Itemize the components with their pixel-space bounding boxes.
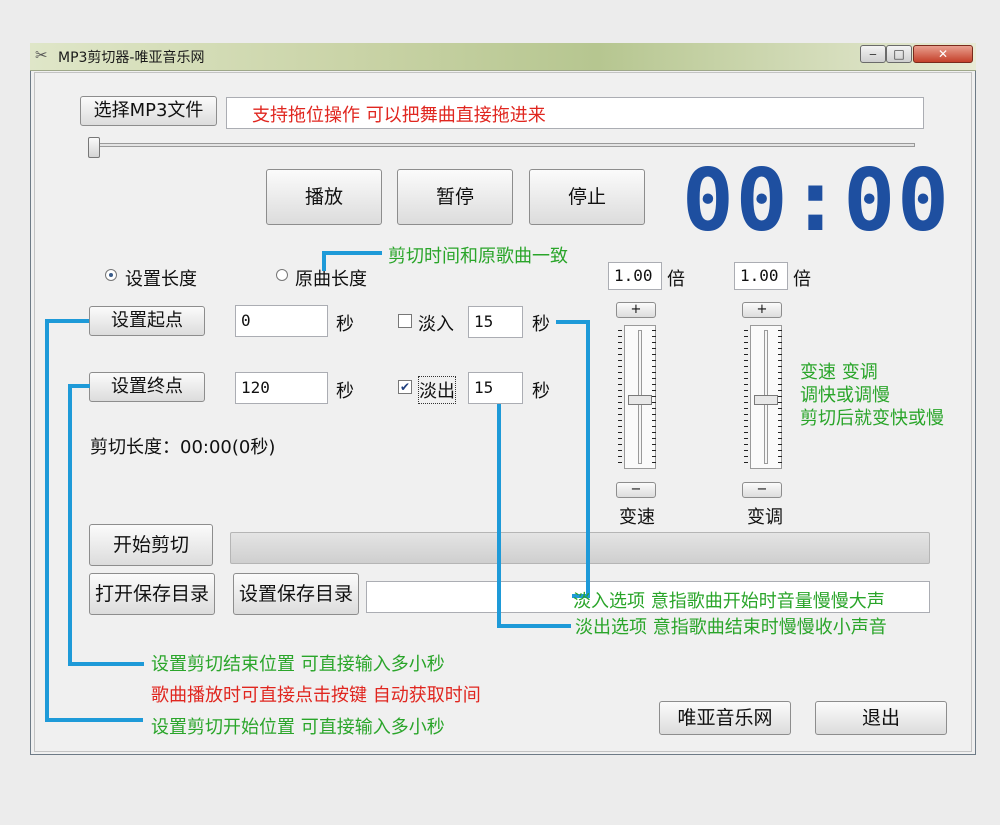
stop-button[interactable]: 停止 (529, 169, 645, 225)
minimize-button[interactable]: ‒ (860, 45, 886, 63)
speed-ticks-left (618, 330, 622, 468)
start-cut-button[interactable]: 开始剪切 (89, 524, 213, 566)
fade-out-leader (497, 404, 501, 628)
fade-in-leader (586, 320, 590, 598)
fade-in-unit: 秒 (532, 314, 550, 335)
choose-mp3-button[interactable]: 选择MP3文件 (80, 96, 217, 126)
cut-length-text: 剪切长度：00:00(0秒) (90, 437, 276, 458)
pitch-decrease-button[interactable]: − (742, 482, 782, 498)
exit-button[interactable]: 退出 (815, 701, 947, 735)
end-time-input[interactable]: 120 (235, 372, 328, 404)
original-length-label[interactable]: 原曲长度 (295, 265, 367, 291)
set-end-button[interactable]: 设置终点 (89, 372, 205, 402)
original-length-leader (322, 251, 382, 255)
speed-unit: 倍 (667, 269, 685, 290)
speed-value-field[interactable]: 1.00 (608, 262, 662, 290)
original-length-radio[interactable] (276, 269, 288, 281)
end-note: 设置剪切结束位置 可直接输入多小秒 (151, 654, 445, 675)
speed-ticks-right (652, 330, 656, 468)
fade-in-checkbox[interactable] (398, 314, 412, 328)
fade-out-leader (497, 624, 571, 628)
speed-decrease-button[interactable]: − (616, 482, 656, 498)
website-button[interactable]: 唯亚音乐网 (659, 701, 791, 735)
pitch-value-field[interactable]: 1.00 (734, 262, 788, 290)
set-length-label[interactable]: 设置长度 (125, 265, 197, 291)
close-button[interactable]: ✕ (913, 45, 973, 63)
pause-button[interactable]: 暂停 (397, 169, 513, 225)
timer-display: 00:00 (682, 151, 951, 251)
start-leader (45, 319, 49, 722)
speed-increase-button[interactable]: + (616, 302, 656, 318)
maximize-button[interactable]: □ (886, 45, 912, 63)
window-title: MP3剪切器-唯亚音乐网 (58, 50, 205, 66)
position-slider-thumb[interactable] (88, 137, 100, 158)
play-note: 歌曲播放时可直接点击按键 自动获取时间 (151, 685, 481, 706)
pitch-increase-button[interactable]: + (742, 302, 782, 318)
cut-progress-bar (230, 532, 930, 564)
original-length-note: 剪切时间和原歌曲一致 (388, 246, 568, 267)
speed-slider-thumb[interactable] (628, 395, 652, 405)
pitch-label: 变调 (747, 507, 783, 528)
drop-hint: 支持拖位操作 可以把舞曲直接拖进来 (252, 105, 546, 126)
fade-in-note: 淡入选项 意指歌曲开始时音量慢慢大声 (573, 591, 885, 612)
fade-in-leader (556, 320, 588, 324)
fade-out-label[interactable]: 淡出 (418, 376, 456, 404)
set-save-dir-button[interactable]: 设置保存目录 (233, 573, 359, 615)
speed-note-line3: 剪切后就变快或慢 (800, 408, 944, 429)
fade-out-input[interactable]: 15 (468, 372, 523, 404)
start-leader (45, 718, 143, 722)
speed-label: 变速 (619, 507, 655, 528)
play-button[interactable]: 播放 (266, 169, 382, 225)
pitch-ticks-left (744, 330, 748, 468)
end-leader (68, 384, 72, 666)
pitch-unit: 倍 (793, 269, 811, 290)
fade-out-note: 淡出选项 意指歌曲结束时慢慢收小声音 (575, 617, 887, 638)
start-leader (45, 319, 89, 323)
fade-out-unit: 秒 (532, 381, 550, 402)
end-unit: 秒 (336, 381, 354, 402)
set-length-radio[interactable] (105, 269, 117, 281)
start-time-input[interactable]: 0 (235, 305, 328, 337)
set-start-button[interactable]: 设置起点 (89, 306, 205, 336)
scissors-icon: ✂ (35, 46, 48, 64)
end-leader (68, 662, 144, 666)
pitch-slider-thumb[interactable] (754, 395, 778, 405)
position-slider-track[interactable] (92, 143, 915, 147)
fade-in-label[interactable]: 淡入 (418, 310, 454, 336)
open-save-dir-button[interactable]: 打开保存目录 (89, 573, 215, 615)
start-unit: 秒 (336, 314, 354, 335)
pitch-ticks-right (778, 330, 782, 468)
fade-out-checkbox[interactable]: ✔ (398, 380, 412, 394)
fade-in-input[interactable]: 15 (468, 306, 523, 338)
start-note: 设置剪切开始位置 可直接输入多小秒 (151, 717, 445, 738)
